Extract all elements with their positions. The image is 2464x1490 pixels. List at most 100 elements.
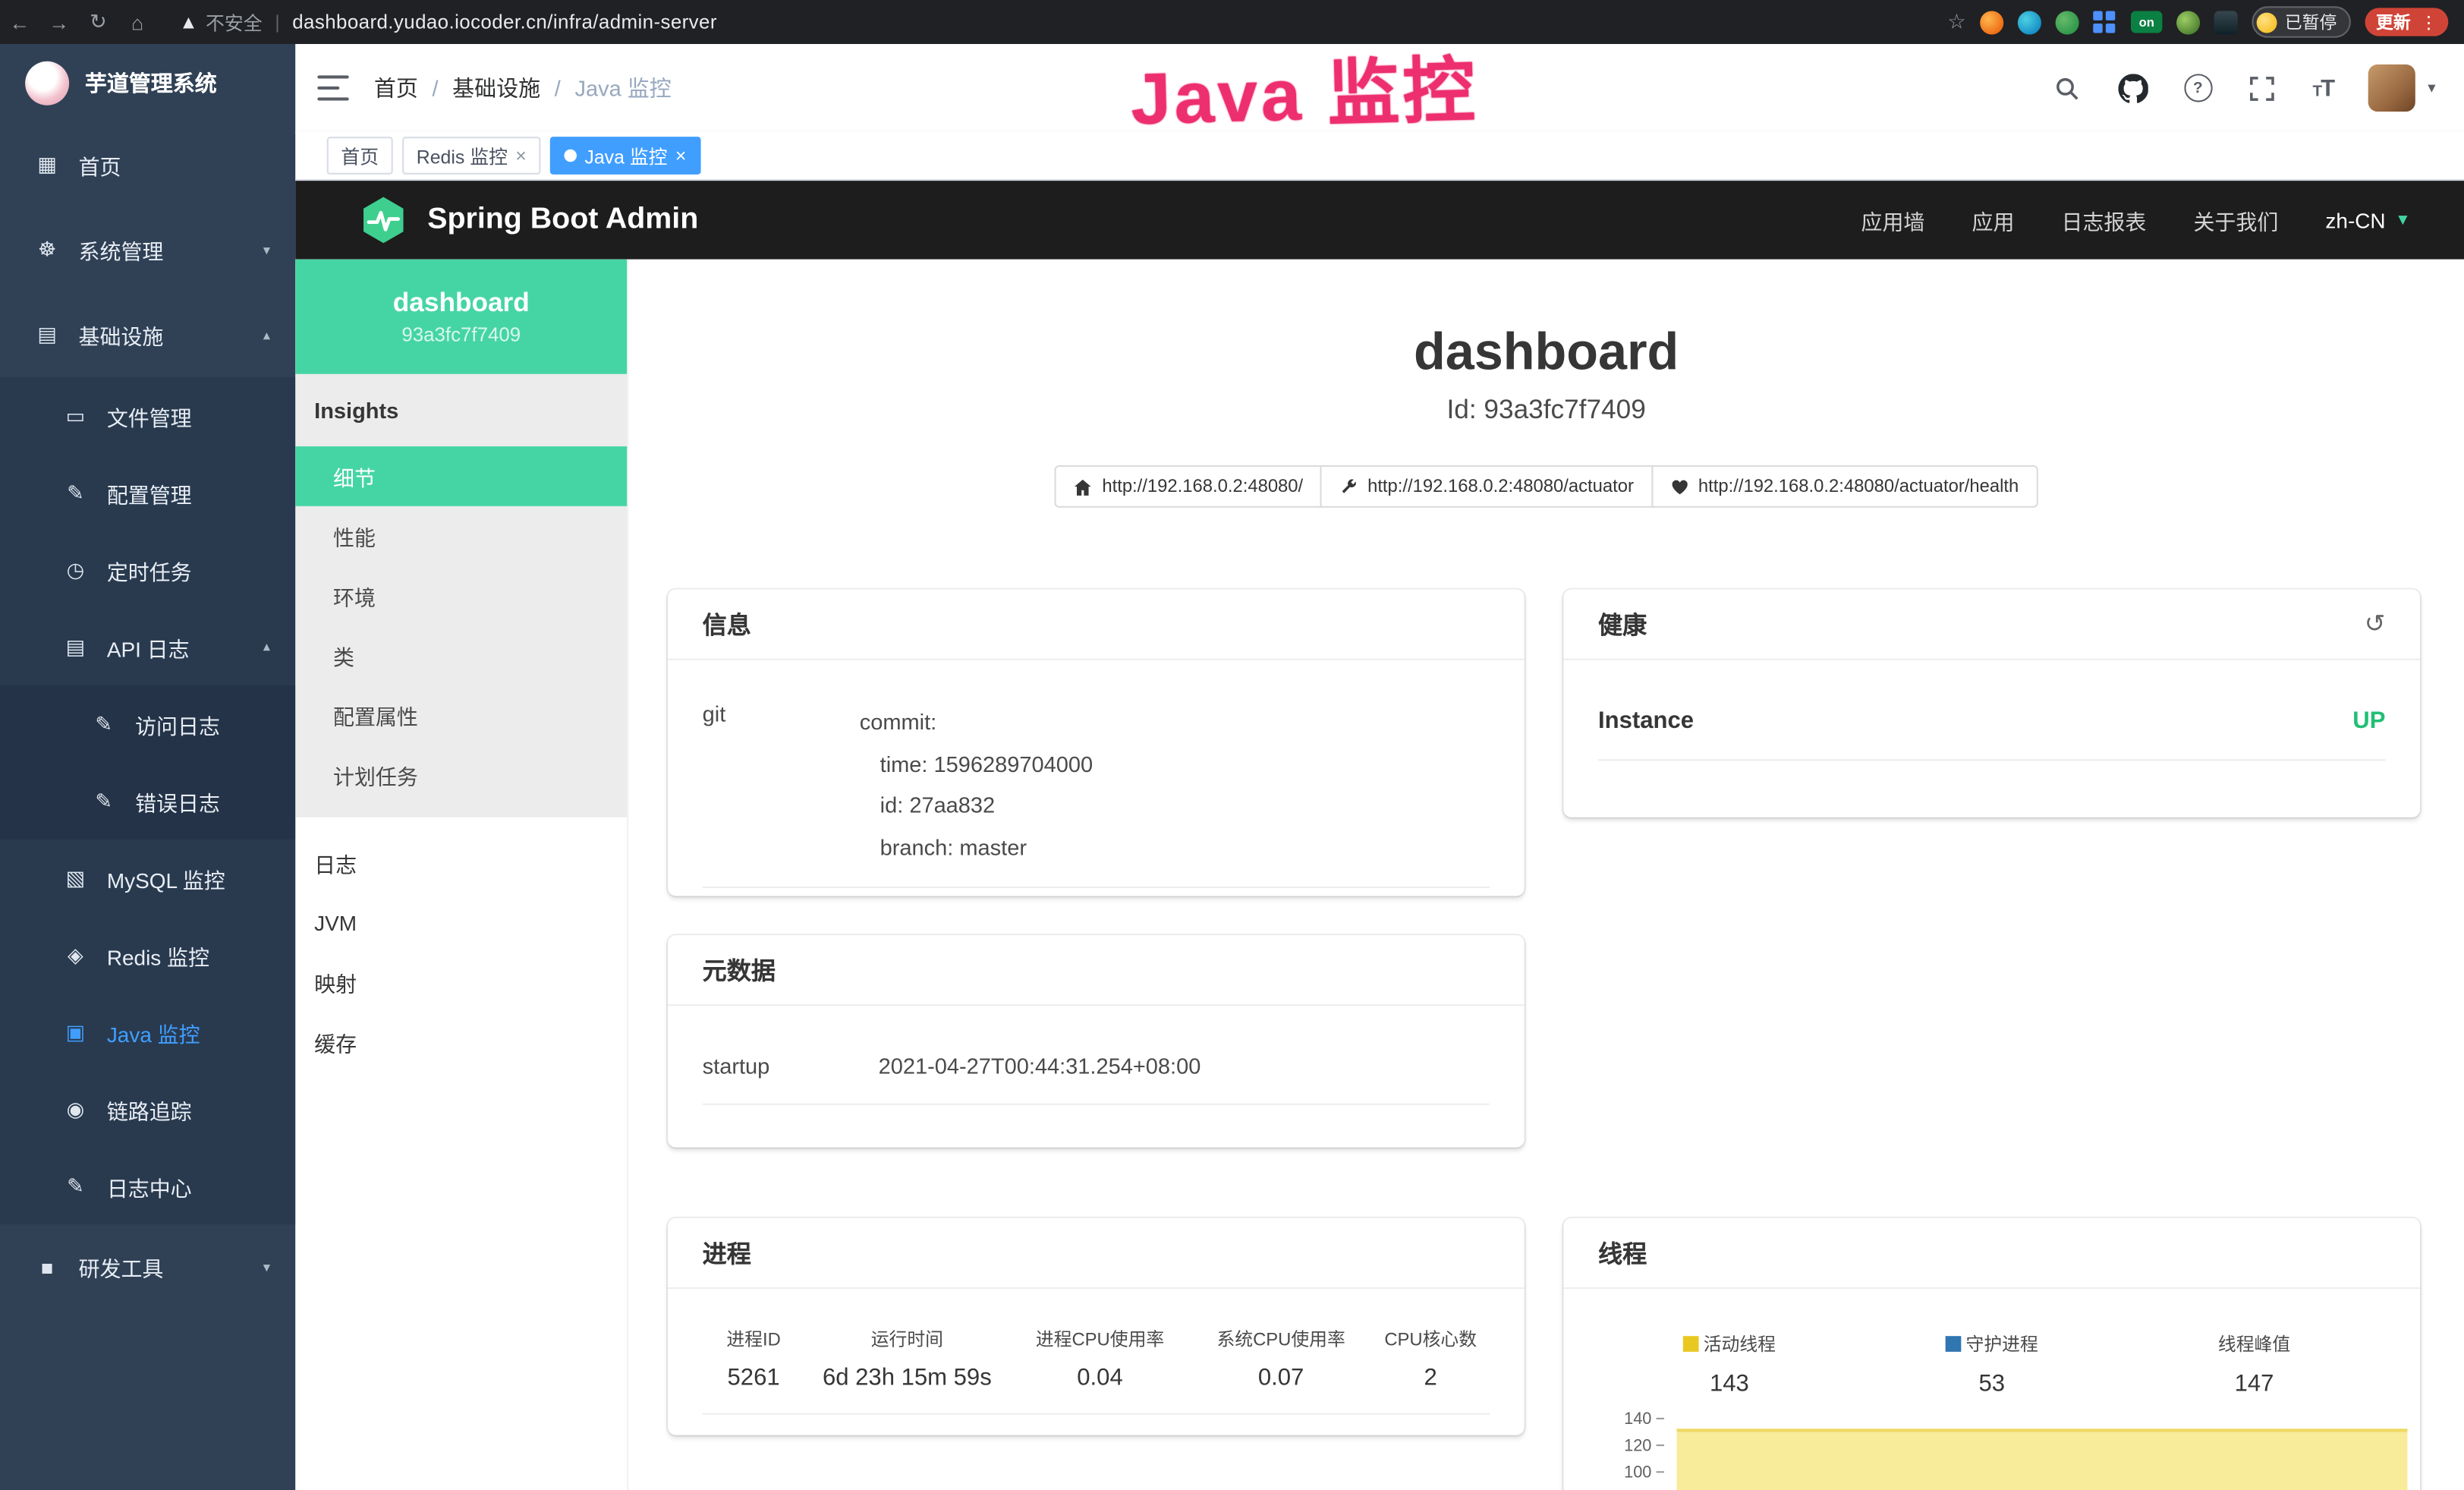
security-indicator[interactable]: ▲ 不安全: [179, 8, 263, 35]
sidebar-item-mysql-monitor[interactable]: ▧ MySQL 监控: [0, 840, 295, 916]
sidebar-item-java-monitor[interactable]: ▣ Java 监控: [0, 994, 295, 1070]
breadcrumb-separator: /: [432, 75, 438, 100]
sba-item-caches[interactable]: 缓存: [295, 1013, 627, 1073]
sidebar-item-label: API 日志: [107, 631, 190, 662]
value-pid: 5261: [703, 1364, 805, 1391]
sidebar-item-config-manage[interactable]: ✎ 配置管理: [0, 454, 295, 531]
app-logo-row[interactable]: 芋道管理系统: [0, 44, 295, 123]
process-card: 进程 进程ID 运行时间 进程CPU使用率 系统CPU使用率 CPU核心数 52…: [668, 1218, 1525, 1435]
sba-brand-title[interactable]: Spring Boot Admin: [427, 203, 698, 238]
sidebar-item-access-log[interactable]: ✎ 访问日志: [0, 685, 295, 762]
clock-icon: ◷: [63, 557, 88, 582]
legend-swatch-yellow: [1683, 1336, 1699, 1352]
sba-item-classes[interactable]: 类: [295, 625, 627, 685]
paused-badge[interactable]: 已暂停: [2252, 6, 2350, 37]
tab-redis-monitor[interactable]: Redis 监控 ×: [402, 137, 540, 175]
instance-header[interactable]: dashboard 93a3fc7f7409: [295, 260, 627, 374]
sidebar-item-label: Redis 监控: [107, 939, 209, 970]
sidebar-item-system[interactable]: ☸ 系统管理 ▾: [0, 207, 295, 292]
sidebar-item-label: 研发工具: [79, 1251, 164, 1282]
drop-extension-icon[interactable]: [2018, 10, 2041, 33]
sidebar-item-dev-tools[interactable]: ■ 研发工具 ▾: [0, 1224, 295, 1309]
log-center-icon: ✎: [63, 1173, 88, 1199]
col-header-pid: 进程ID: [703, 1327, 805, 1352]
sidebar-item-infra[interactable]: ▤ 基础设施 ▴: [0, 292, 295, 377]
github-icon[interactable]: [2118, 72, 2149, 103]
instance-id: 93a3fc7f7409: [295, 324, 627, 346]
browser-menu-icon[interactable]: ⋮: [2420, 12, 2437, 33]
avatar-caret-down-icon[interactable]: ▾: [2428, 80, 2435, 97]
close-icon[interactable]: ×: [515, 145, 527, 167]
git-commit-label: commit:: [860, 701, 1093, 743]
insights-group-label: Insights: [295, 374, 627, 446]
fullscreen-icon[interactable]: [2247, 72, 2278, 103]
sidebar-collapse-icon[interactable]: [317, 75, 348, 100]
address-bar-url[interactable]: dashboard.yudao.iocoder.cn/infra/admin-s…: [292, 11, 717, 33]
history-icon[interactable]: ↺: [2365, 608, 2386, 639]
back-icon[interactable]: ←: [0, 10, 39, 33]
sidebar-item-log-center[interactable]: ✎ 日志中心: [0, 1148, 295, 1224]
pine-extension-icon[interactable]: [2214, 10, 2238, 33]
sba-nav-about[interactable]: 关于我们: [2193, 204, 2278, 235]
octotree-extension-icon[interactable]: [2056, 10, 2079, 33]
sba-item-performance[interactable]: 性能: [295, 506, 627, 566]
sidebar-item-label: 首页: [79, 150, 121, 181]
y-tick: 140: [1598, 1410, 1664, 1429]
chevron-down-icon: ▾: [263, 241, 270, 259]
user-avatar[interactable]: [2368, 65, 2415, 112]
info-value: commit: time: 1596289704000 id: 27aa832 …: [860, 701, 1093, 868]
sba-nav-wallboard[interactable]: 应用墙: [1861, 204, 1924, 235]
fox-extension-icon[interactable]: [1980, 10, 2003, 33]
sidebar-item-redis-monitor[interactable]: ◈ Redis 监控: [0, 916, 295, 993]
reload-icon[interactable]: ↻: [79, 9, 118, 34]
update-button[interactable]: 更新 ⋮: [2365, 8, 2449, 36]
sidebar-item-api-log[interactable]: ▤ API 日志 ▴: [0, 608, 295, 685]
sba-item-config-props[interactable]: 配置属性: [295, 685, 627, 745]
sba-item-scheduled-tasks[interactable]: 计划任务: [295, 745, 627, 805]
breadcrumb-home[interactable]: 首页: [374, 72, 418, 103]
sidebar-item-file-manage[interactable]: ▭ 文件管理: [0, 377, 295, 454]
threads-card-title: 线程: [1563, 1218, 2420, 1289]
instance-name: dashboard: [295, 288, 627, 319]
sidebar-item-label: 定时任务: [107, 554, 192, 585]
sba-item-mappings[interactable]: 映射: [295, 953, 627, 1013]
switch-on-extension-icon[interactable]: on: [2131, 11, 2162, 33]
sidebar-item-error-log[interactable]: ✎ 错误日志: [0, 762, 295, 839]
sba-item-details[interactable]: 细节: [295, 446, 627, 506]
sidebar-item-scheduled-job[interactable]: ◷ 定时任务: [0, 531, 295, 608]
breadcrumb: 首页 / 基础设施 / Java 监控: [374, 72, 672, 103]
grid-extension-icon[interactable]: [2093, 10, 2116, 33]
app-title: 芋道管理系统: [85, 68, 217, 99]
sidebar-item-trace[interactable]: ◉ 链路追踪: [0, 1070, 295, 1147]
legend-label: 守护进程: [1966, 1336, 2038, 1355]
sidebar-item-home[interactable]: ▦ 首页: [0, 123, 295, 208]
sba-item-environment[interactable]: 环境: [295, 565, 627, 625]
font-size-icon[interactable]: TT: [2313, 74, 2334, 101]
browser-home-icon[interactable]: ⌂: [118, 10, 157, 33]
metadata-key: startup: [703, 1053, 879, 1078]
sba-item-jvm[interactable]: JVM: [295, 893, 627, 953]
health-link[interactable]: http://192.168.0.2:48080/actuator/health: [1651, 465, 2038, 508]
search-icon[interactable]: [2052, 72, 2083, 103]
sba-nav-applications[interactable]: 应用: [1972, 204, 2014, 235]
forward-icon[interactable]: →: [39, 10, 79, 33]
threads-chart: 140 120 100: [1598, 1410, 2407, 1490]
bookmark-star-icon[interactable]: ☆: [1947, 9, 1965, 34]
tab-java-monitor[interactable]: Java 监控 ×: [550, 137, 700, 175]
y-tick: 120: [1598, 1437, 1664, 1456]
metadata-value: 2021-04-27T00:44:31.254+08:00: [879, 1053, 1201, 1078]
warning-icon: ▲: [179, 11, 198, 33]
locale-selector[interactable]: zh-CN ▼: [2325, 208, 2410, 232]
close-icon[interactable]: ×: [675, 145, 687, 167]
y-tick: 100: [1598, 1463, 1664, 1482]
actuator-link[interactable]: http://192.168.0.2:48080/actuator: [1320, 465, 1653, 508]
breadcrumb-infra[interactable]: 基础设施: [452, 72, 540, 103]
sba-nav-journal[interactable]: 日志报表: [2062, 204, 2147, 235]
tab-home[interactable]: 首页: [327, 137, 393, 175]
help-icon[interactable]: ?: [2184, 74, 2212, 102]
leaf-extension-icon[interactable]: [2176, 10, 2200, 33]
app-logo-image: [25, 61, 69, 106]
sba-item-logs[interactable]: 日志: [295, 833, 627, 893]
infrastructure-icon: ▤: [35, 323, 60, 348]
instance-home-link[interactable]: http://192.168.0.2:48080/: [1055, 465, 1322, 508]
